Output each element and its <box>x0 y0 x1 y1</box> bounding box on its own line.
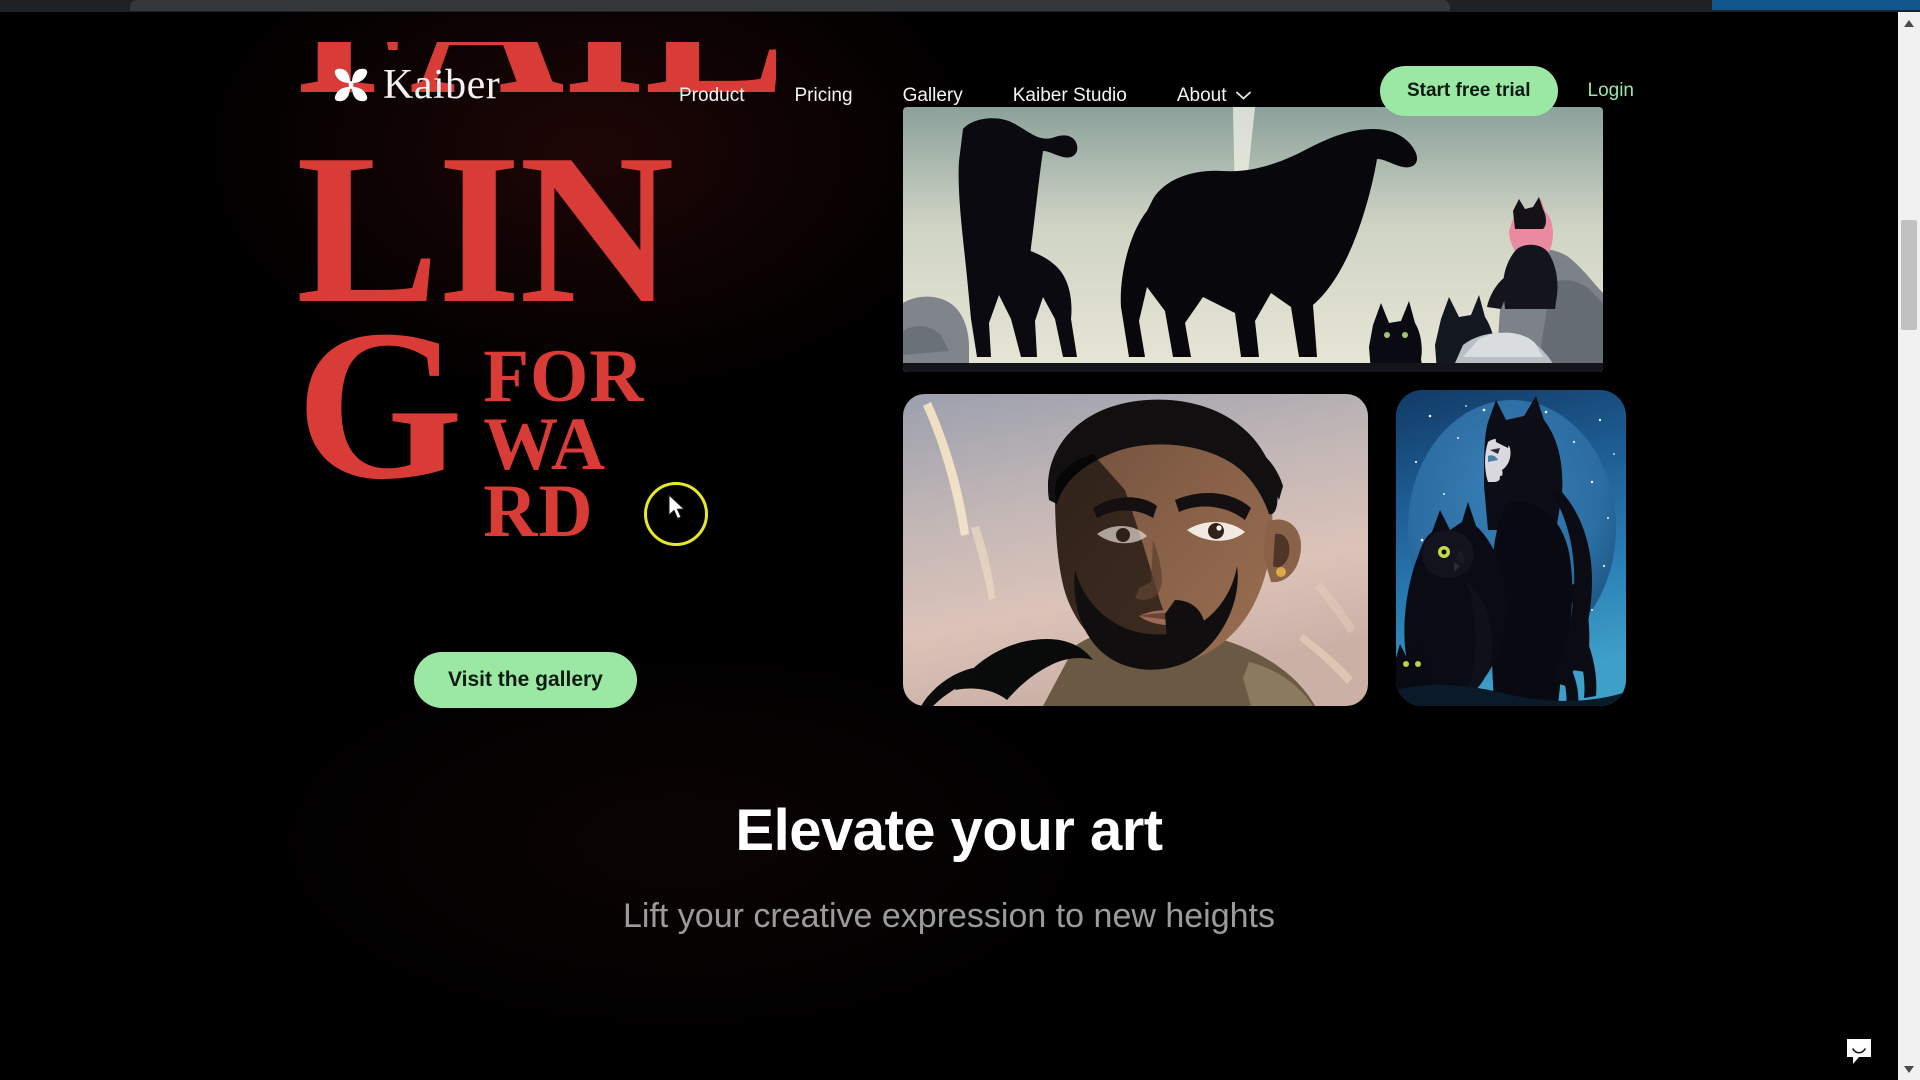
section-title: Elevate your art <box>735 798 1163 863</box>
chat-bubble-smile-icon <box>1847 1039 1871 1064</box>
scroll-down-button[interactable] <box>1898 1058 1920 1080</box>
media-card-portrait[interactable] <box>903 394 1368 706</box>
nav-link-about[interactable]: About <box>1177 78 1252 113</box>
nav-actions: Start free trial Login <box>1379 66 1639 116</box>
browser-chrome-accent <box>1712 0 1920 10</box>
scroll-down-arrow-icon <box>1904 1065 1914 1073</box>
brand-logo[interactable]: Kaiber <box>330 64 500 106</box>
media-card-wolves[interactable] <box>903 107 1603 372</box>
nav-link-about-label: About <box>1176 85 1227 106</box>
media-card-owl-figure[interactable] <box>1396 390 1626 706</box>
headline-stack-line-3: RD <box>483 470 594 553</box>
browser-tab-bar[interactable] <box>130 0 1450 11</box>
browser-chrome-strip <box>0 0 1920 12</box>
nav-link-kaiber-studio[interactable]: Kaiber Studio <box>1013 78 1127 113</box>
top-navigation-bar: Kaiber Product Pricing Gallery Kaiber St… <box>0 28 1898 116</box>
nav-link-gallery[interactable]: Gallery <box>903 78 963 113</box>
scroll-up-button[interactable] <box>1898 12 1920 34</box>
page-scrollbar[interactable] <box>1898 12 1920 1080</box>
owl-figure-illustration <box>1396 390 1626 706</box>
section-subtitle: Lift your creative expression to new hei… <box>622 897 1275 935</box>
hero-headline: FAIL LIN G FOR WA RD <box>296 42 776 553</box>
kaiber-logo-icon <box>334 68 368 102</box>
visit-gallery-button[interactable]: Visit the gallery <box>414 652 637 708</box>
brand-name: Kaiber <box>383 62 501 108</box>
nav-link-product[interactable]: Product <box>679 78 744 113</box>
headline-stacked-word: FOR WA RD <box>483 335 645 553</box>
scroll-up-arrow-icon <box>1904 19 1914 27</box>
nav-links: Product Pricing Gallery Kaiber Studio Ab… <box>679 78 1252 113</box>
login-button[interactable]: Login <box>1584 72 1639 110</box>
headline-stack-line-1: FOR <box>483 335 645 418</box>
page-content: FAIL LIN G FOR WA RD Visit the gallery <box>0 12 1898 1080</box>
headline-big-letter: G <box>296 285 463 524</box>
start-free-trial-button[interactable]: Start free trial <box>1379 66 1558 116</box>
scrollbar-thumb[interactable] <box>1901 220 1917 330</box>
wolves-scene-illustration <box>903 107 1603 372</box>
headline-stack-line-2: WA <box>483 402 607 486</box>
chevron-down-icon <box>1236 91 1252 100</box>
portrait-scene-illustration <box>903 394 1368 706</box>
nav-link-pricing[interactable]: Pricing <box>794 78 852 113</box>
chat-widget-button[interactable] <box>1845 1037 1875 1067</box>
